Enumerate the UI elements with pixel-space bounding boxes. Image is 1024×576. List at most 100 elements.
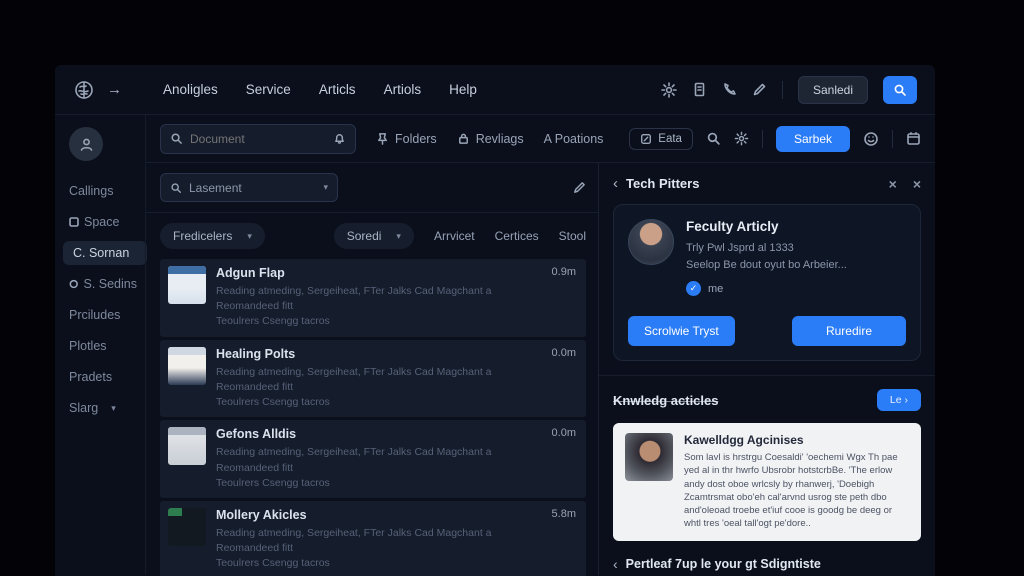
- card-meta-line1: Trly Pwl Jsprd al 1333: [686, 242, 794, 254]
- filter-row: Fredicelers ▾ Soredi ▾ Arrvicet Certices…: [160, 223, 586, 249]
- panel-title: Tech Pitters: [626, 176, 699, 191]
- edit-chip-button[interactable]: Eata: [629, 128, 693, 150]
- article-time: 0.9m: [552, 266, 576, 330]
- document-search-box[interactable]: [160, 124, 356, 154]
- sidebar-item-label: Space: [84, 215, 119, 229]
- sidebar-item-label: Plotles: [69, 339, 107, 353]
- select-value: Lasement: [189, 181, 242, 195]
- sidebar-item-space[interactable]: Space: [69, 210, 145, 234]
- chevron-down-icon: ▾: [396, 231, 401, 242]
- tab-label: Revliags: [476, 132, 524, 146]
- app-window: → Anoligles Service Articls Artiols Help…: [55, 65, 935, 576]
- sarbek-search-button[interactable]: Sarbek: [776, 126, 850, 152]
- phone-icon[interactable]: [722, 82, 737, 97]
- search-icon: [170, 132, 183, 145]
- divider: [762, 130, 763, 148]
- article-title: Mollery Akicles: [216, 508, 534, 522]
- bell-icon[interactable]: [333, 132, 346, 145]
- desc-line1: Reading atmeding, Sergeiheat, FTer Jalks…: [216, 366, 492, 393]
- filter-link-certices[interactable]: Certices: [495, 229, 539, 243]
- tab-folders[interactable]: Folders: [376, 132, 437, 146]
- back-chevron-icon[interactable]: ‹: [613, 175, 618, 192]
- article-row-0[interactable]: Adgun Flap Reading atmeding, Sergeiheat,…: [160, 259, 586, 337]
- knowledge-card[interactable]: Kawelldgg Agcinises Som lavl is hrstrgu …: [613, 423, 921, 541]
- desc-line2: Teoulrers Csengg tacros: [216, 315, 330, 327]
- article-row-2[interactable]: Gefons Alldis Reading atmeding, Sergeihe…: [160, 420, 586, 498]
- edit-chip-label: Eata: [658, 133, 682, 145]
- sidebar-item-prciludes[interactable]: Prciludes: [69, 303, 145, 327]
- chevron-down-icon: ▾: [111, 403, 116, 414]
- sidebar-item-slarg[interactable]: Slarg ▾: [69, 396, 145, 420]
- desc-line2: Teoulrers Csengg tacros: [216, 557, 330, 569]
- knowledge-more-button[interactable]: Le ›: [877, 389, 921, 411]
- nav-link-0[interactable]: Anoligles: [163, 82, 218, 97]
- search-icon: [893, 83, 907, 97]
- sidebar-item-plotles[interactable]: Plotles: [69, 334, 145, 358]
- gear-icon[interactable]: [734, 131, 749, 146]
- article-description: Reading atmeding, Sergeiheat, FTer Jalks…: [216, 526, 534, 572]
- sort-dropdown[interactable]: Soredi ▾: [334, 223, 414, 249]
- sidebar-item-label: Prciludes: [69, 308, 120, 322]
- predictors-dropdown[interactable]: Fredicelers ▾: [160, 223, 265, 249]
- back-chevron-icon[interactable]: ‹: [613, 556, 618, 572]
- search-text-button[interactable]: Sanledi: [798, 76, 868, 104]
- help-smiley-icon[interactable]: [863, 131, 879, 147]
- article-thumbnail: [168, 266, 206, 304]
- search-submit-button[interactable]: [883, 76, 917, 104]
- filter-link-stool[interactable]: Stool: [559, 229, 586, 243]
- lasement-select[interactable]: Lasement ▾: [160, 173, 338, 202]
- tab-label: A Poations: [544, 132, 604, 146]
- knowledge-author-avatar: [625, 433, 673, 481]
- panel-header: ‹ Tech Pitters × ×: [613, 175, 921, 192]
- pencil-icon[interactable]: [572, 181, 586, 195]
- knowledge-card-body: Som lavl is hrstrgu Coesaldi' 'oechemi W…: [684, 451, 909, 531]
- card-meta: Trly Pwl Jsprd al 1333 Seelop Be dout oy…: [686, 240, 847, 273]
- box-icon: [69, 279, 78, 289]
- knowledge-header-row: Knwledg acticles Le ›: [613, 389, 921, 411]
- article-time: 5.8m: [552, 508, 576, 572]
- chevron-down-icon: ▾: [247, 231, 252, 242]
- filter-link-arrvicet[interactable]: Arrvicet: [434, 229, 475, 243]
- article-list-area: Lasement ▾ Fredicelers ▾: [146, 163, 599, 575]
- desc-line1: Reading atmeding, Sergeiheat, FTer Jalks…: [216, 446, 492, 473]
- document-icon[interactable]: [692, 82, 707, 97]
- person-icon: [79, 137, 94, 152]
- brain-logo-icon[interactable]: [73, 79, 95, 101]
- faculty-article-card: Feculty Articly Trly Pwl Jsprd al 1333 S…: [613, 204, 921, 361]
- article-title: Adgun Flap: [216, 266, 534, 280]
- sidebar-item-label: Slarg: [69, 401, 98, 415]
- knowledge-title: Knwledg acticles: [613, 393, 718, 408]
- sidebar-item-sornan-active[interactable]: C. Sornan: [63, 241, 147, 265]
- nav-link-3[interactable]: Artiols: [384, 82, 422, 97]
- nav-link-2[interactable]: Articls: [319, 82, 356, 97]
- collapse-arrow-icon[interactable]: →: [107, 81, 122, 98]
- tab-revliags[interactable]: Revliags: [457, 132, 524, 146]
- tab-label: Folders: [395, 132, 437, 146]
- card-meta-line2: Seelop Be dout oyut bo Arbeier...: [686, 259, 847, 271]
- close-icon[interactable]: ×: [889, 176, 897, 192]
- article-row-3[interactable]: Mollery Akicles Reading atmeding, Sergei…: [160, 501, 586, 576]
- ruredire-button[interactable]: Ruredire: [792, 316, 906, 346]
- article-description: Reading atmeding, Sergeiheat, FTer Jalks…: [216, 445, 534, 491]
- schedule-button[interactable]: Scrolwie Tryst: [628, 316, 735, 346]
- close-icon[interactable]: ×: [913, 176, 921, 192]
- settings-icon[interactable]: [661, 82, 677, 98]
- divider: [782, 81, 783, 99]
- search-icon[interactable]: [706, 131, 721, 146]
- card-title: Feculty Articly: [686, 219, 847, 234]
- calendar-icon[interactable]: [906, 131, 921, 146]
- nav-link-4[interactable]: Help: [449, 82, 477, 97]
- search-icon: [170, 182, 182, 194]
- article-row-1[interactable]: Healing Polts Reading atmeding, Sergeihe…: [160, 340, 586, 418]
- nav-link-1[interactable]: Service: [246, 82, 291, 97]
- grid-icon: [69, 217, 79, 227]
- document-search-input[interactable]: [190, 132, 326, 146]
- section2-title: Pertleaf 7up le your gt Sdigntiste: [626, 557, 821, 571]
- sidebar-item-sedins[interactable]: S. Sedins: [69, 272, 145, 296]
- tab-poations[interactable]: A Poations: [544, 132, 604, 146]
- pen-icon[interactable]: [752, 82, 767, 97]
- sidebar-item-callings[interactable]: Callings: [69, 179, 145, 203]
- user-avatar[interactable]: [69, 127, 103, 161]
- pin-icon: [376, 132, 389, 145]
- sidebar-item-pradets[interactable]: Pradets: [69, 365, 145, 389]
